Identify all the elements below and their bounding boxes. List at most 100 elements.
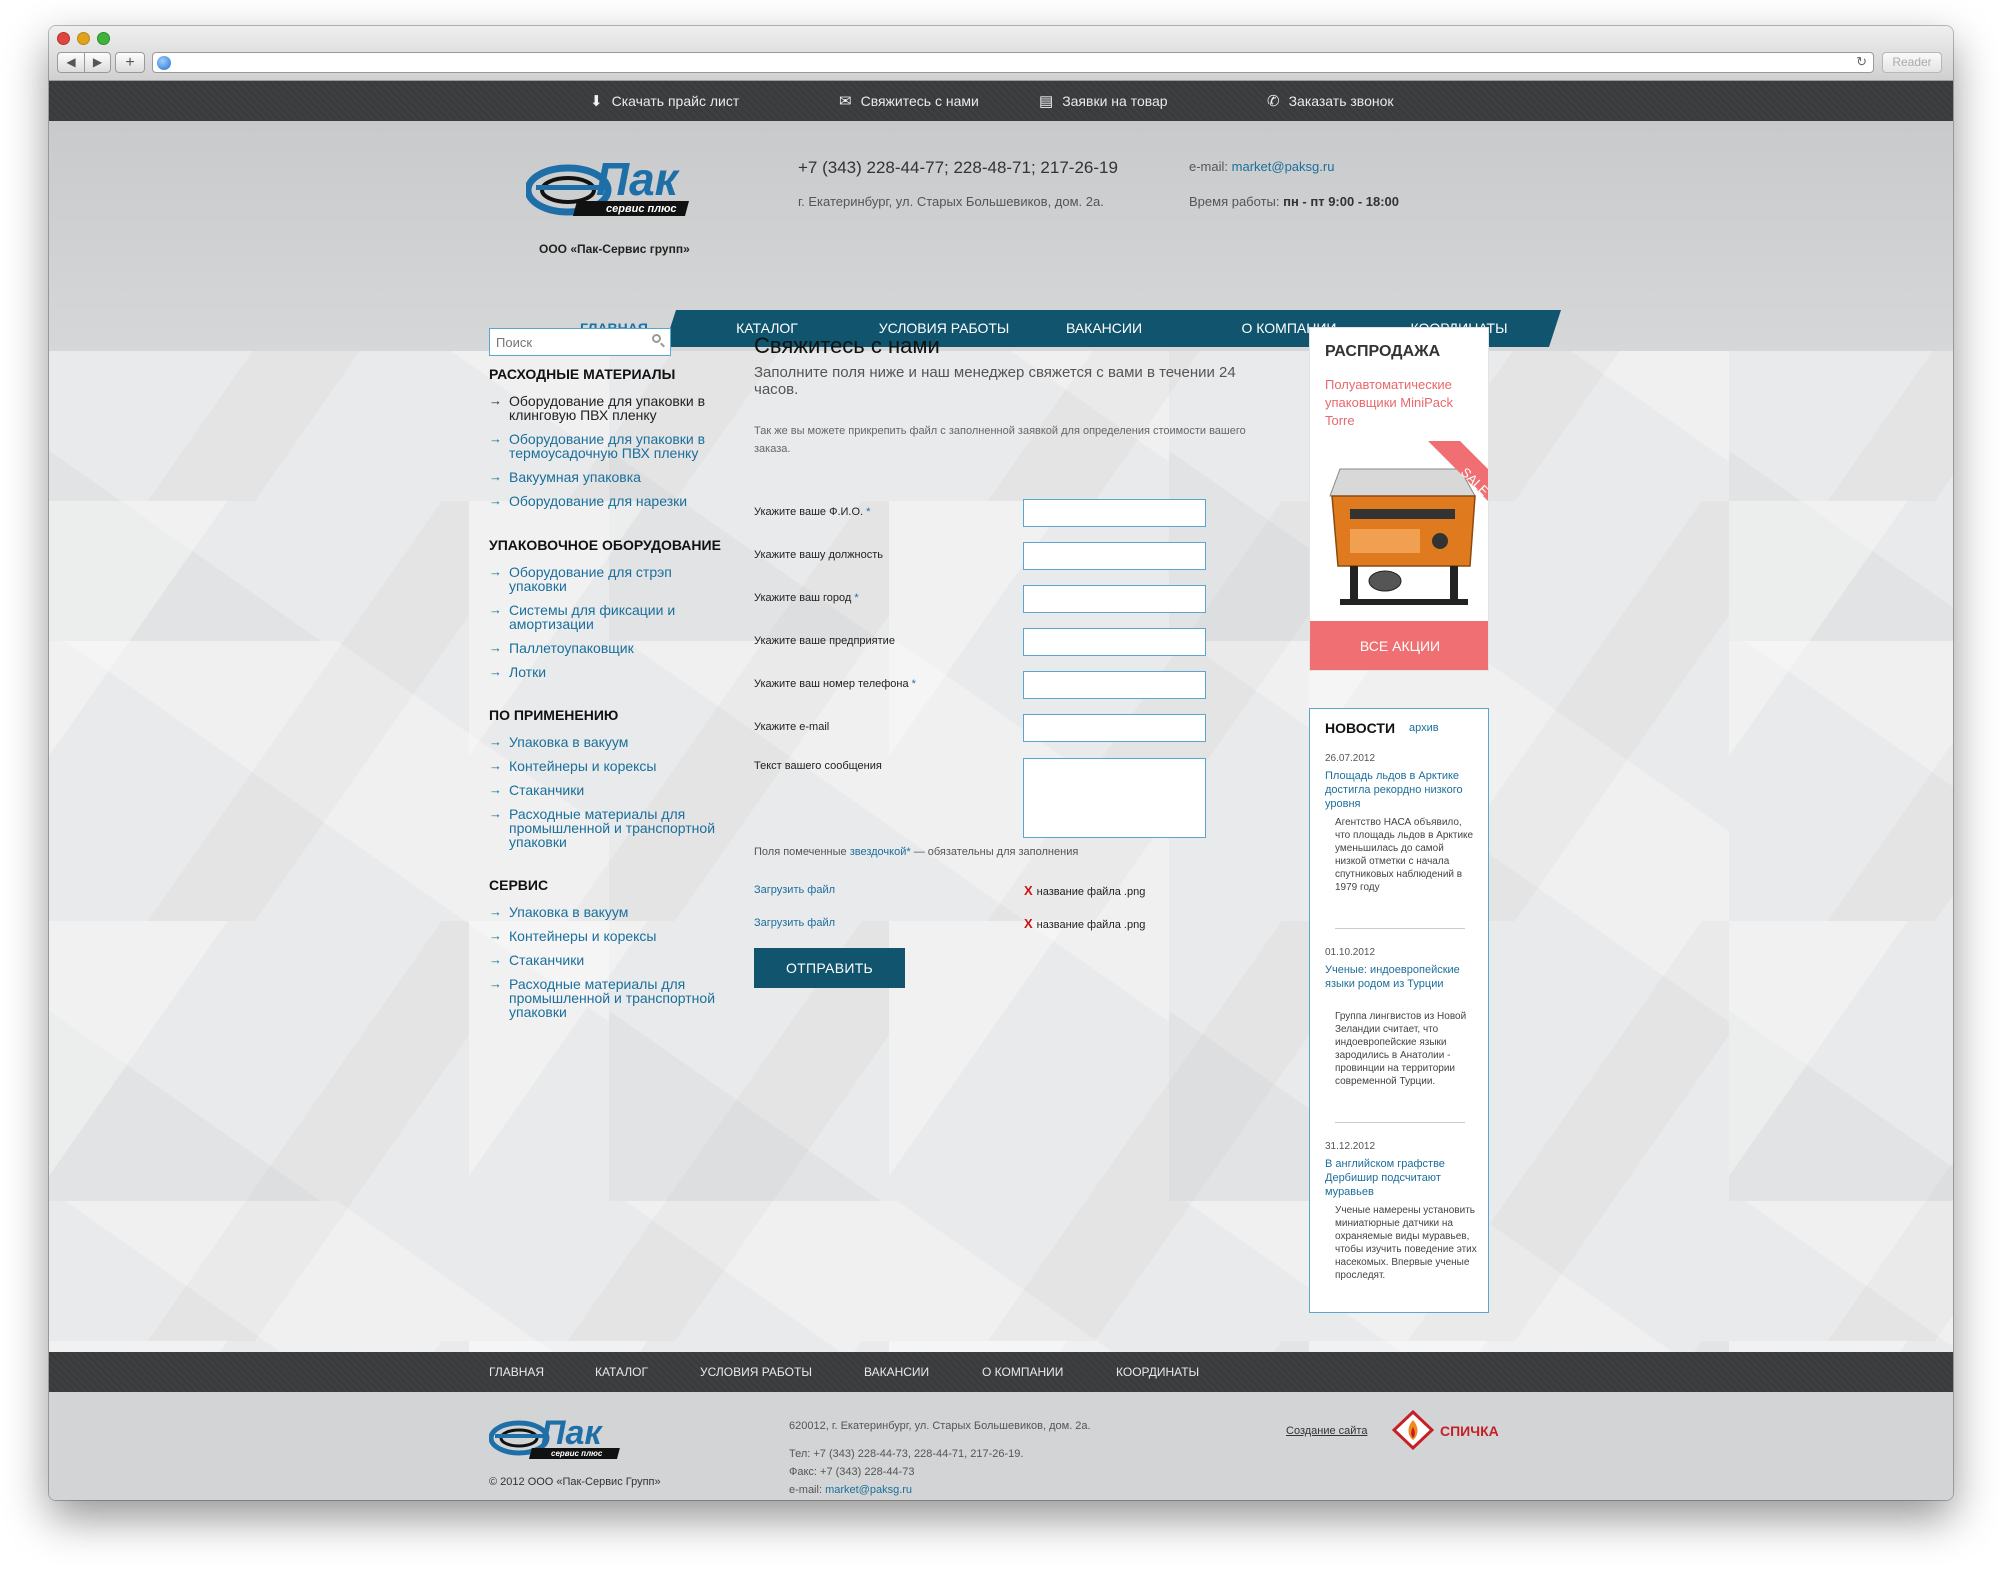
arrow-right-icon: → — [489, 602, 502, 617]
sidebar-item-service-containers[interactable]: → Контейнеры и корексы — [489, 929, 729, 944]
search-icon[interactable] — [652, 334, 661, 343]
footer-email-link[interactable]: market@paksg.ru — [825, 1484, 912, 1496]
remove-file-icon[interactable]: X — [1024, 916, 1033, 931]
developer-name[interactable]: СПИЧКА — [1440, 1423, 1499, 1439]
back-button[interactable]: ◀ — [57, 52, 84, 73]
footer-fax: Факс: +7 (343) 228-44-73 — [789, 1466, 915, 1478]
upload-file-link-1[interactable]: Загрузить файл — [754, 884, 835, 896]
sale-product-link[interactable]: Полуавтоматические упаковщики MiniPack T… — [1325, 376, 1475, 430]
header-address: г. Екатеринбург, ул. Старых Большевиков,… — [798, 194, 1104, 209]
logo-wordmark: Пак — [596, 153, 681, 205]
sidebar-item-slicing[interactable]: → Оборудование для нарезки — [489, 494, 729, 509]
globe-icon — [157, 56, 171, 70]
address-bar[interactable]: ↻ — [152, 52, 1874, 73]
sidebar-heading-packing-equipment: Упаковочное оборудование — [489, 537, 721, 553]
site-creator-link[interactable]: Создание сайта — [1286, 1425, 1367, 1437]
news-headline-link[interactable]: Ученые: индоевропейские языки родом из Т… — [1325, 963, 1477, 991]
sidebar-item-shrink-film[interactable]: → Оборудование для упаковки в термоусадоч… — [489, 432, 729, 461]
search-input[interactable] — [490, 329, 640, 355]
sidebar-heading-by-application: По применению — [489, 707, 619, 723]
sidebar-item-vacuum[interactable]: → Упаковка в вакуум — [489, 735, 729, 750]
zoom-window-button[interactable] — [97, 32, 110, 45]
sidebar-item-service-industrial[interactable]: → Расходные материалы для промышленной и … — [489, 977, 729, 1020]
plus-icon: + — [125, 54, 135, 71]
footer-logo-subtext: сервис плюс — [551, 1449, 603, 1458]
sidebar-item-cling-film[interactable]: → Оборудование для упаковки в клинговую П… — [489, 393, 729, 423]
footer-logo[interactable]: Пак сервис плюс — [489, 1414, 637, 1466]
news-excerpt: Группа лингвистов из Новой Зеландии счит… — [1335, 1011, 1467, 1087]
phone-field[interactable] — [1023, 671, 1206, 699]
name-field[interactable] — [1023, 499, 1206, 527]
sidebar-heading-service: Сервис — [489, 877, 549, 893]
page-note: Так же вы можете прикрепить файл с запол… — [754, 425, 1246, 455]
sidebar-item-industrial[interactable]: → Расходные материалы для промышленной и … — [489, 806, 729, 850]
sale-title: РАСПРОДАЖА — [1325, 343, 1441, 360]
add-bookmark-button[interactable]: + — [115, 52, 145, 73]
sidebar-item-trays[interactable]: → Лотки — [489, 665, 729, 680]
uploaded-file-1: Xназвание файла .png — [1024, 883, 1146, 898]
order-call-link[interactable]: ✆ Заказать звонок — [1267, 81, 1394, 121]
sidebar-item-fixation[interactable]: → Системы для фиксации и амортизации — [489, 602, 729, 632]
sidebar-item-containers[interactable]: → Контейнеры и корексы — [489, 758, 729, 774]
footer-address: 620012, г. Екатеринбург, ул. Старых Боль… — [789, 1420, 1091, 1432]
city-field[interactable] — [1023, 585, 1206, 613]
field-label-phone: Укажите ваш номер телефона * — [754, 678, 916, 690]
message-textarea[interactable] — [1023, 758, 1206, 838]
phone-icon: ✆ — [1267, 93, 1280, 110]
header-email-link[interactable]: market@paksg.ru — [1232, 159, 1335, 174]
browser-toolbar: ◀ ▶ + ↻ Reader — [49, 26, 1953, 81]
sidebar-item-strap[interactable]: → Оборудование для стрэп упаковки — [489, 565, 729, 594]
submit-button[interactable]: ОТПРАВИТЬ — [754, 948, 905, 988]
footer-nav-about[interactable]: О компании — [982, 1352, 1063, 1392]
sidebar-item-cups[interactable]: → Стаканчики — [489, 782, 729, 798]
forward-button[interactable]: ▶ — [84, 52, 111, 73]
sidebar-item-service-vacuum[interactable]: → Упаковка в вакуум — [489, 905, 729, 920]
footer-nav-contacts[interactable]: Координаты — [1116, 1352, 1199, 1392]
match-flame-icon[interactable] — [1392, 1410, 1434, 1450]
remove-file-icon[interactable]: X — [1024, 883, 1033, 898]
footer-nav-home[interactable]: Главная — [489, 1352, 544, 1392]
footer-nav-vacancies[interactable]: Вакансии — [864, 1352, 929, 1392]
sidebar-heading-consumables: Расходные материалы — [489, 366, 676, 382]
reader-button[interactable]: Reader — [1882, 52, 1942, 73]
envelope-icon: ✉ — [839, 93, 852, 110]
asterisk-link[interactable]: звездочкой* — [850, 846, 911, 858]
minimize-window-button[interactable] — [77, 32, 90, 45]
email-field[interactable] — [1023, 714, 1206, 742]
position-field[interactable] — [1023, 542, 1206, 570]
back-arrow-icon: ◀ — [66, 55, 76, 69]
news-date: 01.10.2012 — [1325, 947, 1376, 958]
arrow-right-icon: → — [489, 758, 502, 773]
site-header: Пак сервис плюс ООО «Пак-Сервис групп» +… — [49, 121, 1953, 351]
news-date: 31.12.2012 — [1325, 1141, 1376, 1152]
footer-nav-terms[interactable]: Условия работы — [700, 1352, 812, 1392]
reload-icon[interactable]: ↻ — [1856, 54, 1867, 70]
upload-file-link-2[interactable]: Загрузить файл — [754, 917, 835, 929]
download-price-link[interactable]: ⬇ Скачать прайс лист — [590, 81, 739, 121]
arrow-right-icon: → — [489, 782, 502, 797]
news-divider — [1335, 928, 1465, 929]
arrow-right-icon: → — [489, 393, 502, 408]
sidebar-item-service-cups[interactable]: → Стаканчики — [489, 953, 729, 968]
company-logo[interactable]: Пак сервис плюс — [526, 145, 716, 235]
nav-item-vacancies[interactable]: Вакансии — [1044, 310, 1164, 347]
arrow-right-icon: → — [489, 806, 502, 821]
field-label-city: Укажите ваш город * — [754, 592, 859, 604]
news-divider — [1335, 1122, 1465, 1123]
news-headline-link[interactable]: В английском графстве Дербишир подсчитаю… — [1325, 1157, 1477, 1199]
news-archive-link[interactable]: архив — [1409, 722, 1439, 734]
contact-us-link[interactable]: ✉ Свяжитесь с нами — [839, 81, 979, 121]
footer-nav-catalog[interactable]: Каталог — [595, 1352, 648, 1392]
all-promotions-button[interactable]: ВСЕ АКЦИИ — [1310, 621, 1488, 670]
news-headline-link[interactable]: Площадь льдов в Арктике достигла рекордн… — [1325, 769, 1477, 811]
packing-machine-image[interactable]: SALE — [1310, 441, 1489, 619]
news-excerpt: Агентство НАСА объявило, что площадь льд… — [1335, 817, 1474, 893]
sidebar-item-pallet-wrapper[interactable]: → Паллетоупаковщик — [489, 641, 729, 656]
site-footer: Пак сервис плюс © 2012 ООО «Пак-Сервис Г… — [49, 1392, 1953, 1500]
search-field[interactable] — [489, 328, 671, 356]
sidebar-item-vacuum-packing[interactable]: → Вакуумная упаковка — [489, 470, 729, 485]
uploaded-file-2: Xназвание файла .png — [1024, 916, 1146, 931]
company-field[interactable] — [1023, 628, 1206, 656]
close-window-button[interactable] — [57, 32, 70, 45]
product-requests-link[interactable]: ▤ Заявки на товар — [1039, 81, 1168, 121]
